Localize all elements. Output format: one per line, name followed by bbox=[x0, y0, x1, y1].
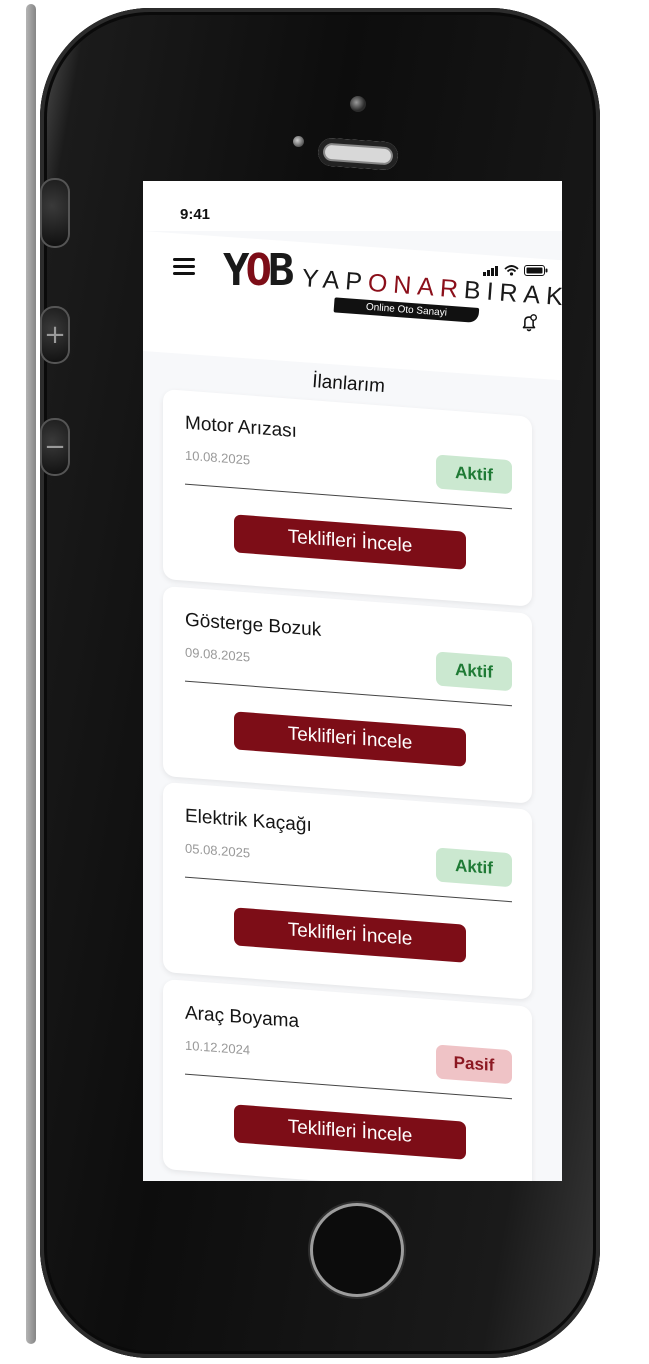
listing-date: 10.08.2025 bbox=[185, 447, 251, 468]
mute-switch[interactable] bbox=[40, 178, 70, 248]
status-icons bbox=[483, 265, 548, 276]
logo-mark: YOB bbox=[223, 249, 294, 293]
hamburger-menu-icon[interactable] bbox=[173, 258, 195, 276]
listing-card: Gösterge Bozuk 09.08.2025 Aktif Teklifle… bbox=[163, 586, 532, 804]
brand-part-onar: ONAR bbox=[366, 268, 465, 304]
view-offers-button[interactable]: Teklifleri İncele bbox=[234, 907, 466, 963]
listing-card: Araç Boyama 10.12.2024 Pasif Teklifleri … bbox=[163, 979, 532, 1181]
app-screen: 9:41 YOB YAPONARBIRAK Online Oto Sanayi … bbox=[143, 181, 562, 1181]
status-badge: Aktif bbox=[436, 454, 512, 495]
listing-title: Araç Boyama bbox=[185, 1002, 300, 1033]
brand-part-yap: YAP bbox=[300, 264, 369, 297]
bell-icon[interactable] bbox=[518, 312, 540, 334]
status-bar: 9:41 bbox=[143, 181, 562, 231]
minus-icon: − bbox=[44, 432, 66, 462]
earpiece-speaker bbox=[317, 137, 399, 171]
page-title: İlanlarım bbox=[311, 371, 386, 398]
logo-letter-y: Y bbox=[223, 245, 249, 296]
logo-letter-b: B bbox=[268, 245, 294, 296]
cellular-signal-icon bbox=[483, 265, 498, 276]
status-badge: Aktif bbox=[436, 651, 512, 692]
proximity-sensor bbox=[293, 136, 304, 147]
listing-card: Elektrik Kaçağı 05.08.2025 Aktif Teklifl… bbox=[163, 782, 532, 1000]
listing-card: Motor Arızası 10.08.2025 Aktif Teklifler… bbox=[163, 389, 532, 607]
status-badge: Aktif bbox=[436, 847, 512, 888]
device-mockup: + − 9:41 YOB YAPONARBIRAK Online Oto San… bbox=[0, 0, 649, 1364]
battery-icon bbox=[524, 265, 548, 276]
view-offers-button[interactable]: Teklifleri İncele bbox=[234, 514, 466, 570]
logo-letter-o: O bbox=[245, 245, 272, 296]
status-badge: Pasif bbox=[436, 1044, 512, 1085]
status-time: 9:41 bbox=[180, 206, 211, 223]
volume-down-button[interactable]: − bbox=[40, 418, 70, 476]
volume-up-button[interactable]: + bbox=[40, 306, 70, 364]
listing-date: 10.12.2024 bbox=[185, 1037, 251, 1058]
view-offers-button[interactable]: Teklifleri İncele bbox=[234, 711, 466, 767]
view-offers-button[interactable]: Teklifleri İncele bbox=[234, 1104, 466, 1160]
listing-title: Elektrik Kaçağı bbox=[185, 805, 312, 837]
plus-icon: + bbox=[44, 320, 66, 350]
listing-title: Motor Arızası bbox=[185, 412, 297, 443]
listing-date: 05.08.2025 bbox=[185, 840, 251, 861]
wifi-icon bbox=[504, 265, 519, 276]
front-camera bbox=[350, 96, 366, 112]
home-button[interactable] bbox=[313, 1206, 401, 1294]
listing-date: 09.08.2025 bbox=[185, 644, 251, 665]
brand-part-birak: BIRAK bbox=[462, 275, 562, 312]
listing-title: Gösterge Bozuk bbox=[185, 609, 322, 641]
phone-edge bbox=[26, 4, 36, 1344]
